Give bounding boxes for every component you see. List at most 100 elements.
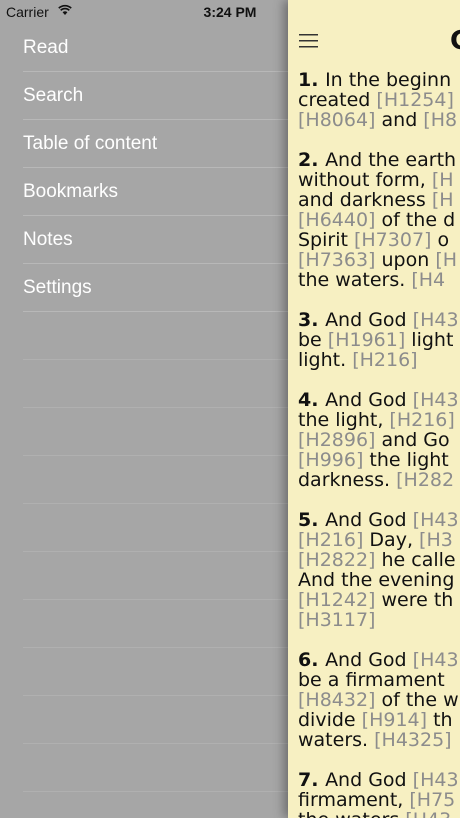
verse-line: 2. And the earth (298, 150, 460, 170)
menu-item-bookmarks[interactable]: Bookmarks (23, 168, 288, 216)
verse-number: 4. (298, 389, 326, 411)
strongs-reference[interactable]: [H43 (405, 809, 451, 818)
menu-empty-row (23, 600, 288, 648)
strongs-reference[interactable]: [H43 (413, 309, 459, 331)
strongs-reference[interactable]: [H3 (419, 529, 453, 551)
verse-line: the light, [H216] (298, 410, 460, 430)
verse[interactable]: 3. And God [H43 be [H1961] light light. [H… (298, 310, 460, 370)
strongs-reference[interactable]: [H2896] (298, 429, 375, 451)
strongs-reference[interactable]: [H8432] (298, 689, 375, 711)
verse-text: of the d (375, 209, 456, 231)
menu-empty-row (23, 744, 288, 792)
verse-text: And the earth (325, 149, 457, 171)
strongs-reference[interactable]: [H1961] (328, 329, 405, 351)
menu-empty-row (23, 696, 288, 744)
verse-line: [H996] the light (298, 450, 460, 470)
verse-line: [H2896] and Go (298, 430, 460, 450)
menu-item-notes[interactable]: Notes (23, 216, 288, 264)
verse-line: [H2822] he calle (298, 550, 460, 570)
verse[interactable]: 1. In the beginn created [H1254] [H8064] a… (298, 70, 460, 130)
verse-line: 6. And God [H43 (298, 650, 460, 670)
reading-panel[interactable]: G 1. In the beginncreated [H1254][H8064]… (288, 0, 460, 818)
menu-item-label: Bookmarks (23, 180, 119, 202)
strongs-reference[interactable]: [H4 (411, 269, 445, 291)
strongs-reference[interactable]: [H8 (423, 109, 457, 131)
verse[interactable]: 2. And the earth without form, [H and dark… (298, 150, 460, 290)
verse-line: Spirit [H7307] o (298, 230, 460, 250)
verse-text: And the evening (298, 569, 455, 591)
verse-text: In the beginn (325, 69, 452, 91)
strongs-reference[interactable]: [H (435, 249, 457, 271)
strongs-reference[interactable]: [H8064] (298, 109, 375, 131)
strongs-reference[interactable]: [H1242] (298, 589, 375, 611)
strongs-reference[interactable]: [H43 (413, 509, 459, 531)
strongs-reference[interactable]: [H3117] (298, 609, 375, 631)
verse-line: the waters [H43 (298, 810, 460, 818)
verse-line: [H1242] were th (298, 590, 460, 610)
menu-empty-row (23, 504, 288, 552)
strongs-reference[interactable]: [H996] (298, 449, 363, 471)
strongs-reference[interactable]: [H282 (396, 469, 454, 491)
menu-empty-row (23, 648, 288, 696)
verse-text: divide (298, 709, 362, 731)
strongs-reference[interactable]: [H914] (362, 709, 427, 731)
strongs-reference[interactable]: [H (432, 169, 454, 191)
strongs-reference[interactable]: [H7363] (298, 249, 375, 271)
verse-text: he calle (375, 549, 456, 571)
verse-text: upon (375, 249, 436, 271)
menu-item-read[interactable]: Read (23, 24, 288, 72)
strongs-reference[interactable]: [H216] (389, 409, 454, 431)
verse-line: 3. And God [H43 (298, 310, 460, 330)
menu-item-label: Read (23, 36, 69, 58)
menu-item-table-of-content[interactable]: Table of content (23, 120, 288, 168)
verse-number: 3. (298, 309, 326, 331)
strongs-reference[interactable]: [H1254] (376, 89, 453, 111)
strongs-reference[interactable]: [H2822] (298, 549, 375, 571)
strongs-reference[interactable]: [H4325] (374, 729, 451, 751)
verse-line: 4. And God [H43 (298, 390, 460, 410)
strongs-reference[interactable]: [H (432, 189, 454, 211)
strongs-reference[interactable]: [H216] (352, 349, 417, 371)
verse-line: firmament, [H75 (298, 790, 460, 810)
strongs-reference[interactable]: [H216] (298, 529, 363, 551)
strongs-reference[interactable]: [H43 (413, 769, 459, 791)
verse-line: [H6440] of the d (298, 210, 460, 230)
strongs-reference[interactable]: [H43 (413, 389, 459, 411)
verse[interactable]: 5. And God [H43 [H216] Day, [H3 [H2822] he… (298, 510, 460, 630)
verse-text: Day, (363, 529, 420, 551)
menu-empty-row (23, 552, 288, 600)
verse-list: 1. In the beginn created [H1254] [H8064] a… (298, 70, 460, 818)
verse-line: divide [H914] th (298, 710, 460, 730)
verse-text: be (298, 329, 328, 351)
verse-line: 7. And God [H43 (298, 770, 460, 790)
verse[interactable]: 6. And God [H43 be a firmament [H8432] of… (298, 650, 460, 750)
verse-text: and (375, 109, 424, 131)
verse-line: 1. In the beginn (298, 70, 460, 90)
verse-text: And God (325, 389, 413, 411)
verse-text: be a firmament (298, 669, 445, 691)
strongs-reference[interactable]: [H43 (413, 649, 459, 671)
verse-text: without form, (298, 169, 432, 191)
chapter-title: G (450, 26, 460, 56)
verse-line: 5. And God [H43 (298, 510, 460, 530)
verse-line: and darkness [H (298, 190, 460, 210)
strongs-reference[interactable]: [H7307] (354, 229, 431, 251)
verse-line: [H216] Day, [H3 (298, 530, 460, 550)
verse-text: light. (298, 349, 353, 371)
verse[interactable]: 4. And God [H43 the light, [H216] [H2896] … (298, 390, 460, 490)
verse-text: light (405, 329, 454, 351)
menu-icon[interactable] (299, 33, 319, 54)
menu-item-settings[interactable]: Settings (23, 264, 288, 312)
menu-empty-row (23, 312, 288, 360)
menu-item-label: Search (23, 84, 84, 106)
verse-line: [H3117] (298, 610, 460, 630)
verse-line: without form, [H (298, 170, 460, 190)
menu-empty-row (23, 408, 288, 456)
verse-text: Spirit (298, 229, 354, 251)
menu-item-search[interactable]: Search (23, 72, 288, 120)
strongs-reference[interactable]: [H75 (409, 789, 455, 811)
verse-text: the light (363, 449, 449, 471)
strongs-reference[interactable]: [H6440] (298, 209, 375, 231)
verse[interactable]: 7. And God [H43firmament, [H75the waters… (298, 770, 460, 818)
verse-text: and darkness (298, 189, 432, 211)
